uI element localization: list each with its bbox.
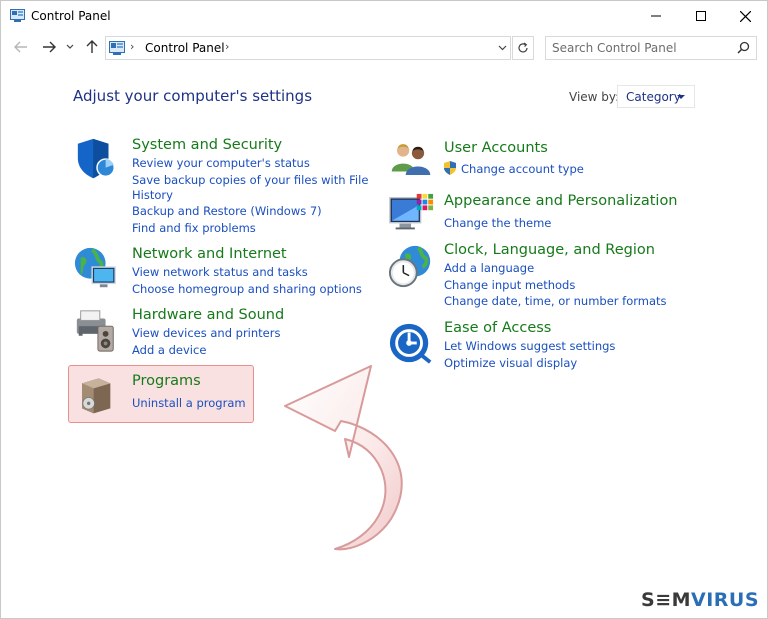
title-bar: Control Panel	[1, 1, 767, 31]
link-change-theme[interactable]: Change the theme	[444, 216, 551, 230]
control-panel-window: Control Panel › Control Panel › Search C…	[0, 0, 768, 619]
ease-of-access-icon	[389, 323, 432, 364]
link-input-methods[interactable]: Change input methods	[444, 278, 575, 292]
recent-locations-button[interactable]	[64, 38, 76, 56]
globe-network-icon	[74, 247, 116, 288]
view-by-value[interactable]: Category	[626, 90, 681, 104]
search-icon[interactable]	[737, 41, 750, 54]
maximize-icon	[696, 11, 706, 21]
category-title[interactable]: User Accounts	[444, 140, 548, 156]
view-by-dropdown[interactable]: Category	[617, 85, 695, 108]
link-save-backup-history[interactable]: History	[132, 188, 173, 202]
caret-down-icon	[677, 95, 685, 99]
breadcrumb-control-panel[interactable]: Control Panel	[145, 41, 225, 55]
window-title: Control Panel	[31, 9, 111, 23]
programs-box-icon	[82, 378, 111, 414]
users-icon	[391, 144, 431, 175]
category-title[interactable]: Appearance and Personalization	[444, 193, 678, 209]
link-find-fix-problems[interactable]: Find and fix problems	[132, 221, 256, 235]
printer-speaker-icon	[76, 310, 114, 352]
breadcrumb-separator[interactable]: ›	[225, 40, 229, 53]
semvirus-watermark: S≡MVIRUS	[641, 589, 760, 611]
up-button[interactable]	[83, 38, 101, 56]
view-by-label: View by:	[569, 90, 620, 104]
link-date-time-formats[interactable]: Change date, time, or number formats	[444, 294, 667, 308]
category-title[interactable]: Ease of Access	[444, 320, 551, 336]
link-review-status[interactable]: Review your computer's status	[132, 156, 310, 170]
search-box[interactable]	[545, 36, 757, 60]
minimize-button[interactable]	[633, 1, 679, 31]
minimize-icon	[651, 15, 661, 17]
maximize-button[interactable]	[678, 1, 724, 31]
link-backup-restore[interactable]: Backup and Restore (Windows 7)	[132, 204, 322, 218]
chevron-down-icon	[498, 45, 506, 51]
back-button[interactable]	[12, 38, 30, 56]
breadcrumb-separator[interactable]: ›	[130, 40, 134, 53]
control-panel-icon	[10, 9, 25, 22]
address-dropdown-button[interactable]	[494, 37, 510, 59]
link-windows-suggest-settings[interactable]: Let Windows suggest settings	[444, 339, 615, 353]
category-title[interactable]: Network and Internet	[132, 246, 287, 262]
shield-icon	[77, 138, 115, 179]
link-add-language[interactable]: Add a language	[444, 261, 534, 275]
refresh-button[interactable]	[512, 36, 534, 60]
up-arrow-icon	[86, 40, 98, 53]
link-add-device[interactable]: Add a device	[132, 343, 206, 357]
search-input[interactable]	[552, 40, 732, 56]
navigation-bar: › Control Panel ›	[1, 34, 767, 60]
category-title[interactable]: Hardware and Sound	[132, 307, 284, 323]
link-uninstall-program[interactable]: Uninstall a program	[132, 396, 246, 410]
address-bar[interactable]: › Control Panel ›	[105, 36, 511, 60]
link-save-backup[interactable]: Save backup copies of your files with Fi…	[132, 173, 368, 187]
link-optimize-visual-display[interactable]: Optimize visual display	[444, 356, 577, 370]
category-title[interactable]: Programs	[132, 373, 201, 389]
refresh-icon	[518, 42, 528, 53]
category-title[interactable]: Clock, Language, and Region	[444, 242, 655, 258]
chevron-down-icon	[66, 44, 74, 49]
page-title: Adjust your computer's settings	[73, 87, 313, 105]
uac-shield-icon	[444, 161, 456, 175]
category-title[interactable]: System and Security	[132, 137, 282, 153]
link-homegroup[interactable]: Choose homegroup and sharing options	[132, 282, 362, 296]
close-icon	[739, 10, 751, 22]
back-arrow-icon	[14, 41, 27, 53]
clock-globe-icon	[388, 245, 431, 288]
monitor-palette-icon	[389, 193, 434, 230]
forward-button[interactable]	[40, 38, 58, 56]
link-network-status[interactable]: View network status and tasks	[132, 265, 308, 279]
control-panel-icon	[109, 41, 125, 55]
link-devices-printers[interactable]: View devices and printers	[132, 326, 280, 340]
forward-arrow-icon	[43, 41, 56, 53]
close-button[interactable]	[722, 1, 767, 31]
link-change-account-type[interactable]: Change account type	[461, 162, 584, 176]
pointer-arrow-annotation	[284, 365, 403, 551]
